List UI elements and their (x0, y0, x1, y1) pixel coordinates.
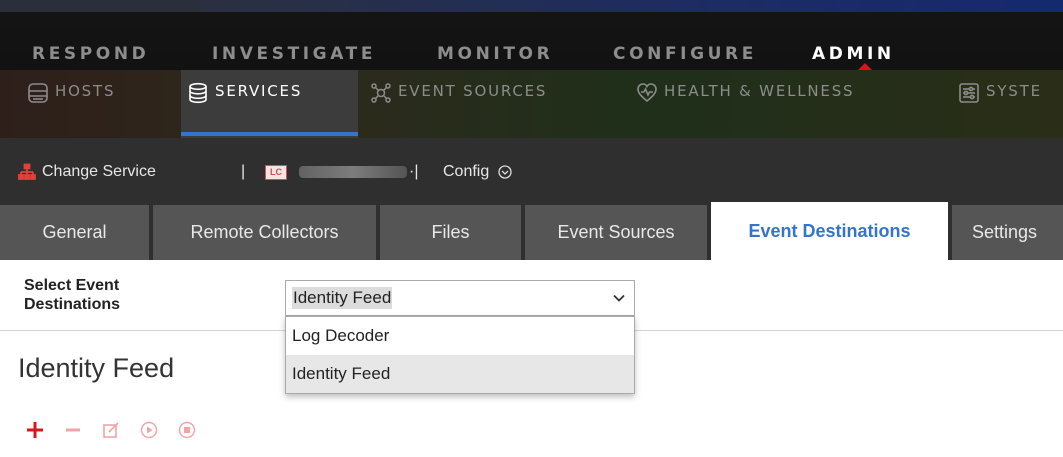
start-button[interactable] (138, 419, 160, 441)
edit-button[interactable] (100, 419, 122, 441)
nav-monitor[interactable]: MONITOR (437, 44, 553, 64)
selected-destination: Identity Feed (292, 287, 393, 309)
add-button[interactable] (24, 419, 46, 441)
tab-general[interactable]: General (0, 205, 149, 260)
chevron-down-circle-icon (498, 165, 512, 179)
subnav-services-label: SERVICES (215, 82, 303, 100)
option-identity-feed[interactable]: Identity Feed (286, 355, 634, 393)
database-icon (189, 82, 207, 104)
remove-button[interactable] (62, 419, 84, 441)
service-bar-separator: | (241, 163, 246, 180)
service-bar: Change Service | LC ·| Config (0, 152, 1063, 196)
destination-title: Identity Feed (18, 353, 175, 383)
stop-icon (178, 421, 196, 439)
subnav-system-label: SYSTE (986, 82, 1042, 100)
change-service-icon (18, 163, 36, 180)
tab-files[interactable]: Files (380, 205, 521, 260)
add-icon (27, 422, 43, 438)
admin-sub-nav: HOSTS SERVICES EVENT SOURCES HEALTH & WE… (0, 70, 1063, 138)
hosts-icon (28, 83, 48, 103)
destination-toolbar (24, 419, 198, 441)
tab-event-sources[interactable]: Event Sources (525, 205, 707, 260)
config-tabs: General Remote Collectors Files Event So… (0, 196, 1063, 260)
current-service: LC ·| (265, 163, 418, 181)
service-name-redacted (299, 166, 407, 178)
stop-button[interactable] (176, 419, 198, 441)
tab-settings[interactable]: Settings (952, 205, 1063, 260)
remove-icon (66, 428, 80, 432)
nav-respond[interactable]: RESPOND (32, 44, 149, 64)
config-menu[interactable]: Config (443, 163, 512, 181)
nav-configure[interactable]: CONFIGURE (613, 44, 757, 64)
subnav-services[interactable]: SERVICES (181, 70, 358, 138)
option-log-decoder[interactable]: Log Decoder (286, 317, 634, 355)
subnav-hosts[interactable]: HOSTS (27, 70, 115, 138)
subnav-health-label: HEALTH & WELLNESS (664, 82, 855, 100)
subnav-event-sources-label: EVENT SOURCES (398, 82, 548, 100)
config-label: Config (443, 163, 490, 180)
change-service-label: Change Service (42, 163, 156, 180)
event-destination-select[interactable]: Identity Feed (285, 280, 635, 316)
event-sources-icon (371, 83, 391, 103)
destination-dropdown-list: Log Decoder Identity Feed (285, 316, 635, 394)
heart-pulse-icon (637, 83, 657, 103)
system-icon (959, 83, 979, 103)
edit-icon (103, 422, 119, 438)
tab-remote-collectors[interactable]: Remote Collectors (153, 205, 376, 260)
subnav-hosts-label: HOSTS (55, 82, 116, 100)
select-destinations-label: Select Event Destinations (24, 277, 121, 313)
start-icon (140, 421, 158, 439)
nav-investigate[interactable]: INVESTIGATE (212, 44, 376, 64)
tab-event-destinations[interactable]: Event Destinations (711, 202, 948, 260)
subnav-health-wellness[interactable]: HEALTH & WELLNESS (636, 70, 854, 138)
nav-admin[interactable]: ADMIN (812, 44, 895, 64)
subnav-system[interactable]: SYSTE (958, 70, 1042, 138)
nav-divider (0, 138, 1063, 152)
service-name-suffix: ·| (409, 163, 419, 180)
change-service-button[interactable]: Change Service (18, 163, 156, 181)
service-type-badge: LC (265, 164, 287, 180)
main-nav: RESPOND INVESTIGATE MONITOR CONFIGURE AD… (0, 12, 1063, 71)
active-subnav-underline (181, 132, 358, 136)
subnav-event-sources[interactable]: EVENT SOURCES (370, 70, 547, 138)
window-top-strip (0, 0, 1063, 12)
chevron-down-icon (613, 294, 625, 302)
